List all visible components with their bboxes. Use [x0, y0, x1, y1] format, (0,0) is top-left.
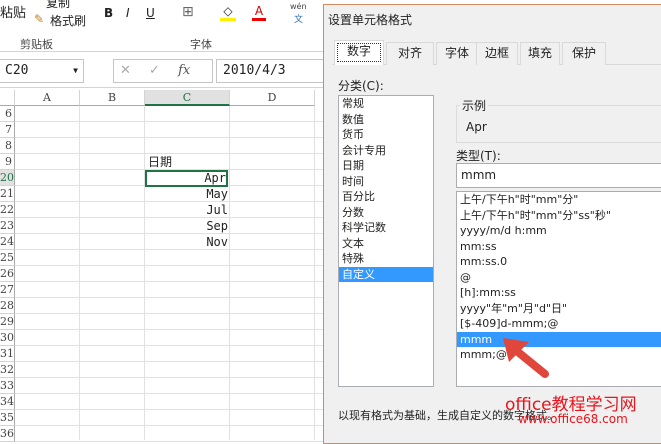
column-header[interactable]: B	[80, 90, 145, 106]
font-color-button[interactable]: A	[252, 4, 266, 21]
dialog-title: 设置单元格格式	[328, 13, 413, 27]
date-cell[interactable]: Nov	[145, 234, 228, 250]
border-icon[interactable]: ⊞	[182, 4, 194, 20]
row-header[interactable]: 34	[0, 394, 15, 410]
tab-4[interactable]: 填充	[520, 42, 560, 65]
formula-input[interactable]: 2010/4/3	[216, 59, 336, 83]
category-item[interactable]: 数值	[339, 112, 433, 128]
category-item[interactable]: 时间	[339, 174, 433, 190]
underline-button[interactable]: U	[146, 6, 155, 20]
tab-5[interactable]: 保护	[562, 42, 606, 65]
format-cells-dialog: 设置单元格格式 数字 对齐 字体 边框 填充 保护 分类(C): 常规 数值 货币 会计专用 日期…	[323, 4, 661, 444]
tab-3[interactable]: 边框	[476, 42, 518, 65]
column-header[interactable]: D	[230, 90, 315, 106]
category-item[interactable]: 特殊	[339, 251, 433, 267]
sample-value: Apr	[466, 120, 487, 134]
category-item[interactable]: 日期	[339, 158, 433, 174]
category-item[interactable]: 百分比	[339, 189, 433, 205]
category-item[interactable]: 科学记数	[339, 220, 433, 236]
row-header[interactable]: 23	[0, 218, 15, 234]
row-header[interactable]: 20	[0, 170, 15, 186]
row-header[interactable]: 22	[0, 202, 15, 218]
brush-icon: ✎	[34, 12, 45, 26]
category-item[interactable]: 分数	[339, 205, 433, 221]
type-label: 类型(T):	[456, 149, 501, 163]
date-cell[interactable]: Sep	[145, 218, 228, 234]
format-item[interactable]: 上午/下午h"时"mm"分"	[457, 192, 661, 208]
format-painter-button[interactable]: 格式刷	[50, 12, 86, 29]
category-list[interactable]: 常规 数值 货币 会计专用 日期 时间 百分比 分数 科学记数 文本 特殊 自定义	[338, 95, 434, 387]
font-group-label: 字体	[190, 38, 212, 51]
format-item[interactable]: [$-409]d-mmm;@	[457, 316, 661, 332]
tab-2[interactable]: 字体	[436, 42, 478, 65]
chevron-down-icon[interactable]: ▼	[73, 66, 78, 75]
row-header[interactable]: 26	[0, 266, 15, 282]
row-header[interactable]: 8	[0, 138, 15, 154]
insert-function-button[interactable]: fx	[178, 63, 190, 78]
arrow-annotation-icon	[503, 338, 549, 378]
category-item[interactable]: 会计专用	[339, 143, 433, 159]
column-header[interactable]: A	[15, 90, 80, 106]
category-item[interactable]: 常规	[339, 96, 433, 112]
row-header[interactable]: 24	[0, 234, 15, 250]
format-item[interactable]: yyyy/m/d h:mm	[457, 223, 661, 239]
bold-button[interactable]: B	[104, 6, 113, 20]
phonetic-label: 文	[294, 15, 304, 25]
category-item[interactable]: 货币	[339, 127, 433, 143]
clipboard-group-label: 剪贴板	[20, 38, 53, 51]
format-item[interactable]: mmm	[457, 331, 661, 347]
paste-button[interactable]: 粘贴	[0, 2, 26, 21]
format-item[interactable]: mmm;@	[457, 347, 661, 363]
row-header[interactable]: 32	[0, 362, 15, 378]
row-header[interactable]: 31	[0, 346, 15, 362]
category-item[interactable]: 文本	[339, 236, 433, 252]
row-header[interactable]: 28	[0, 298, 15, 314]
row-header[interactable]: 27	[0, 282, 15, 298]
row-header[interactable]: 29	[0, 314, 15, 330]
format-item[interactable]: yyyy"年"m"月"d"日"	[457, 301, 661, 317]
column-header[interactable]: C	[145, 90, 230, 106]
watermark-url: www.office68.com	[518, 412, 628, 426]
row-header[interactable]: 30	[0, 330, 15, 346]
copy-button[interactable]: 复制	[46, 0, 70, 11]
cell-c19[interactable]: 日期	[148, 154, 172, 170]
italic-button[interactable]: I	[126, 6, 130, 20]
format-item[interactable]: [h]:mm:ss	[457, 285, 661, 301]
row-header[interactable]: 21	[0, 186, 15, 202]
format-item[interactable]: mm:ss	[457, 239, 661, 255]
formula-buttons: ✕ ✓ fx	[113, 59, 213, 83]
format-item[interactable]: mm:ss.0	[457, 254, 661, 270]
row-header[interactable]: 25	[0, 250, 15, 266]
cancel-icon[interactable]: ✕	[120, 63, 131, 78]
tab-1[interactable]: 对齐	[386, 42, 434, 65]
name-box[interactable]: C20 ▼	[0, 59, 84, 83]
format-list[interactable]: 上午/下午h"时"mm"分" 上午/下午h"时"mm"分"ss"秒" yyyy/m/…	[456, 191, 661, 387]
sample-label: 示例	[460, 97, 489, 114]
category-item[interactable]: 自定义	[339, 266, 433, 282]
format-item[interactable]: @	[457, 270, 661, 286]
row-header[interactable]: 7	[0, 122, 15, 138]
enter-icon[interactable]: ✓	[149, 63, 160, 78]
row-header[interactable]: 33	[0, 378, 15, 394]
date-cell[interactable]: Jul	[145, 202, 228, 218]
fill-color-icon[interactable]: ◇	[220, 4, 236, 21]
name-box-value: C20	[5, 63, 29, 78]
row-header[interactable]: 6	[0, 106, 15, 122]
row-header[interactable]: 9	[0, 154, 15, 170]
category-label: 分类(C):	[338, 79, 384, 93]
spreadsheet-grid: A B C D 6 7 8 9 20 21 22 23 24 25 26 27 28 29 30 31 32 33 34 35…	[0, 90, 330, 442]
row-header[interactable]: 35	[0, 410, 15, 426]
date-cell[interactable]: May	[145, 186, 228, 202]
format-item[interactable]: 上午/下午h"时"mm"分"ss"秒"	[457, 208, 661, 224]
type-input[interactable]: mmm	[456, 163, 661, 188]
tab-0[interactable]: 数字	[334, 40, 384, 65]
phonetic-icon[interactable]: wén	[290, 2, 307, 11]
date-cell[interactable]: Apr	[145, 170, 228, 187]
select-all-corner[interactable]	[0, 90, 15, 106]
